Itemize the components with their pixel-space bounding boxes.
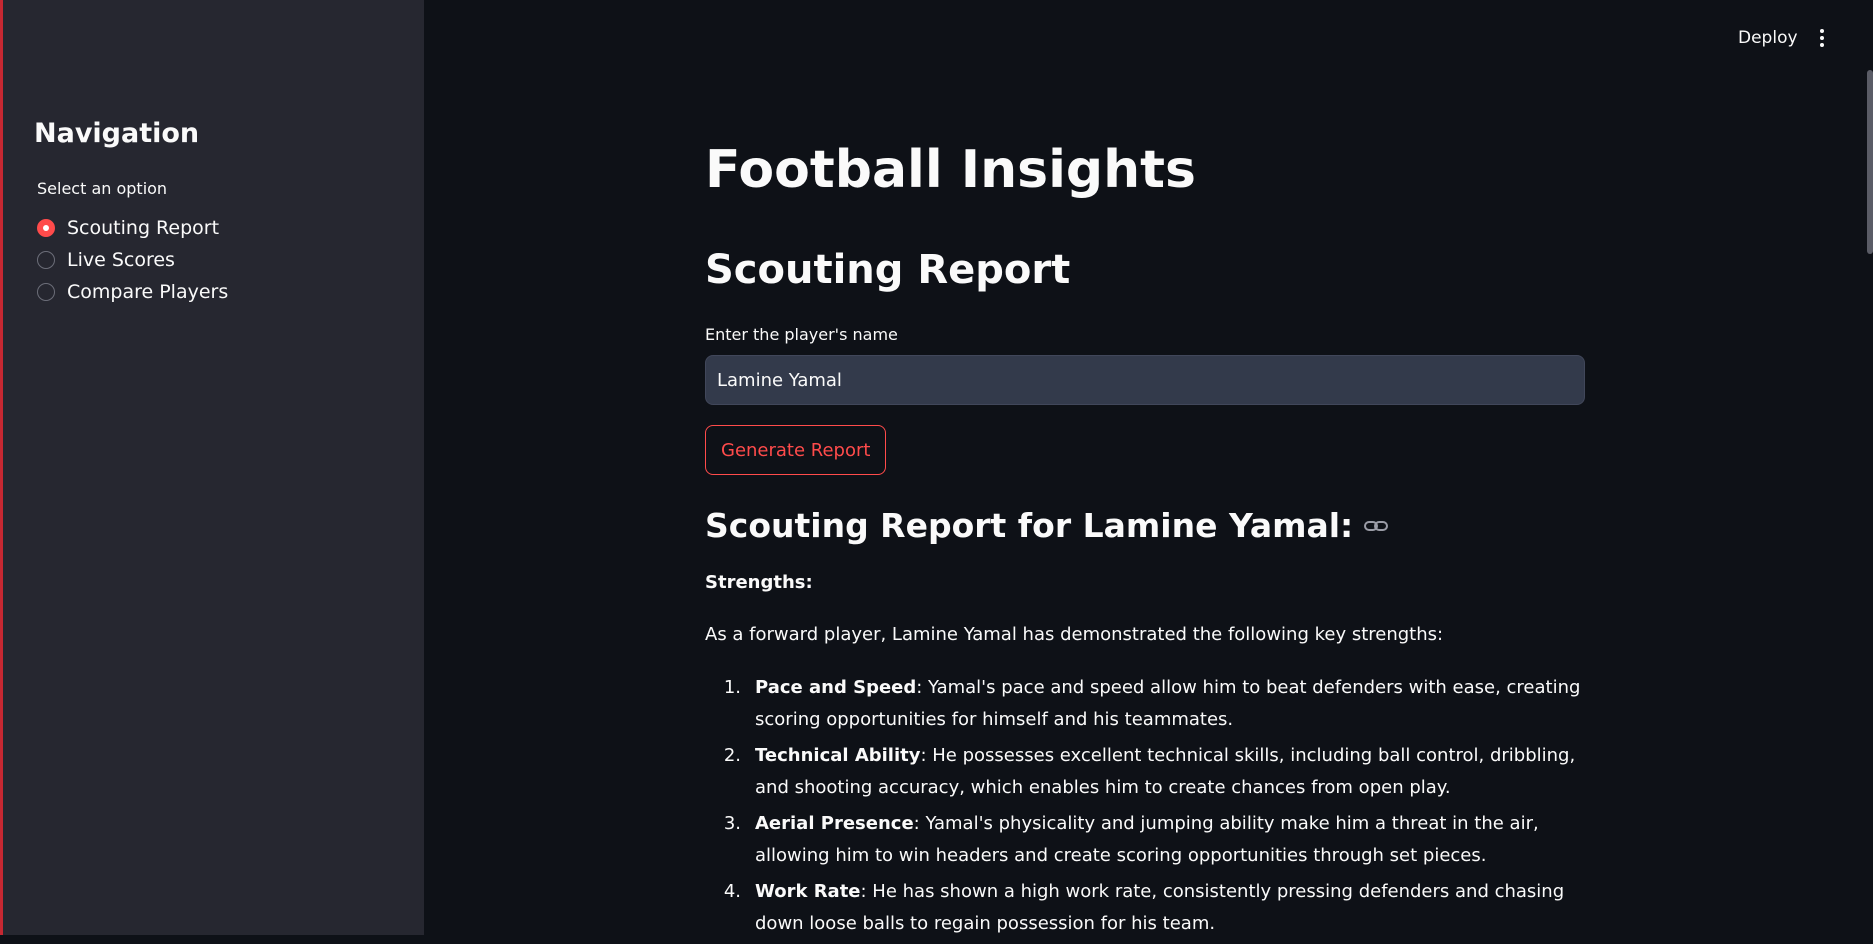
list-number: 4. [723, 881, 741, 902]
page-title: Football Insights [705, 140, 1196, 200]
radio-group-label: Select an option [37, 179, 168, 198]
strength-text: : He has shown a high work rate, consist… [755, 881, 1565, 934]
intro-text: As a forward player, Lamine Yamal has de… [705, 624, 1444, 645]
scrollbar[interactable] [1867, 70, 1873, 254]
deploy-button[interactable]: Deploy [1738, 28, 1798, 48]
radio-option-scouting-report[interactable]: Scouting Report [37, 212, 228, 244]
list-number: 3. [723, 813, 741, 834]
list-item: 3. Aerial Presence: Yamal's physicality … [705, 808, 1585, 872]
report-heading-text: Scouting Report for Lamine Yamal: [705, 506, 1354, 545]
radio-option-compare-players[interactable]: Compare Players [37, 276, 228, 308]
navigation-radio-group: Scouting Report Live Scores Compare Play… [37, 212, 228, 308]
list-item: 1. Pace and Speed: Yamal's pace and spee… [705, 672, 1585, 736]
radio-option-label: Scouting Report [67, 217, 220, 239]
radio-button-checked[interactable] [37, 219, 55, 237]
strength-title: Work Rate [755, 881, 861, 902]
strength-title: Aerial Presence [755, 813, 914, 834]
list-number: 2. [723, 745, 741, 766]
report-heading: Scouting Report for Lamine Yamal: [705, 506, 1389, 545]
radio-button[interactable] [37, 283, 55, 301]
more-vertical-icon[interactable] [1818, 29, 1826, 49]
link-icon[interactable] [1363, 516, 1389, 536]
sidebar: Navigation Select an option Scouting Rep… [0, 0, 424, 935]
list-item: 2. Technical Ability: He possesses excel… [705, 740, 1585, 804]
section-title: Scouting Report [705, 247, 1071, 293]
list-number: 1. [723, 677, 741, 698]
sidebar-title: Navigation [34, 118, 200, 149]
list-item: 4. Work Rate: He has shown a high work r… [705, 876, 1585, 940]
radio-option-live-scores[interactable]: Live Scores [37, 244, 228, 276]
radio-option-label: Compare Players [67, 281, 229, 303]
strength-title: Pace and Speed [755, 677, 917, 698]
strengths-list: 1. Pace and Speed: Yamal's pace and spee… [705, 672, 1585, 944]
player-name-label: Enter the player's name [705, 325, 898, 344]
radio-button[interactable] [37, 251, 55, 269]
strengths-label: Strengths: [705, 572, 813, 593]
generate-report-button[interactable]: Generate Report [705, 425, 887, 475]
strength-title: Technical Ability [755, 745, 921, 766]
player-name-input[interactable] [705, 355, 1585, 405]
radio-option-label: Live Scores [67, 249, 175, 271]
